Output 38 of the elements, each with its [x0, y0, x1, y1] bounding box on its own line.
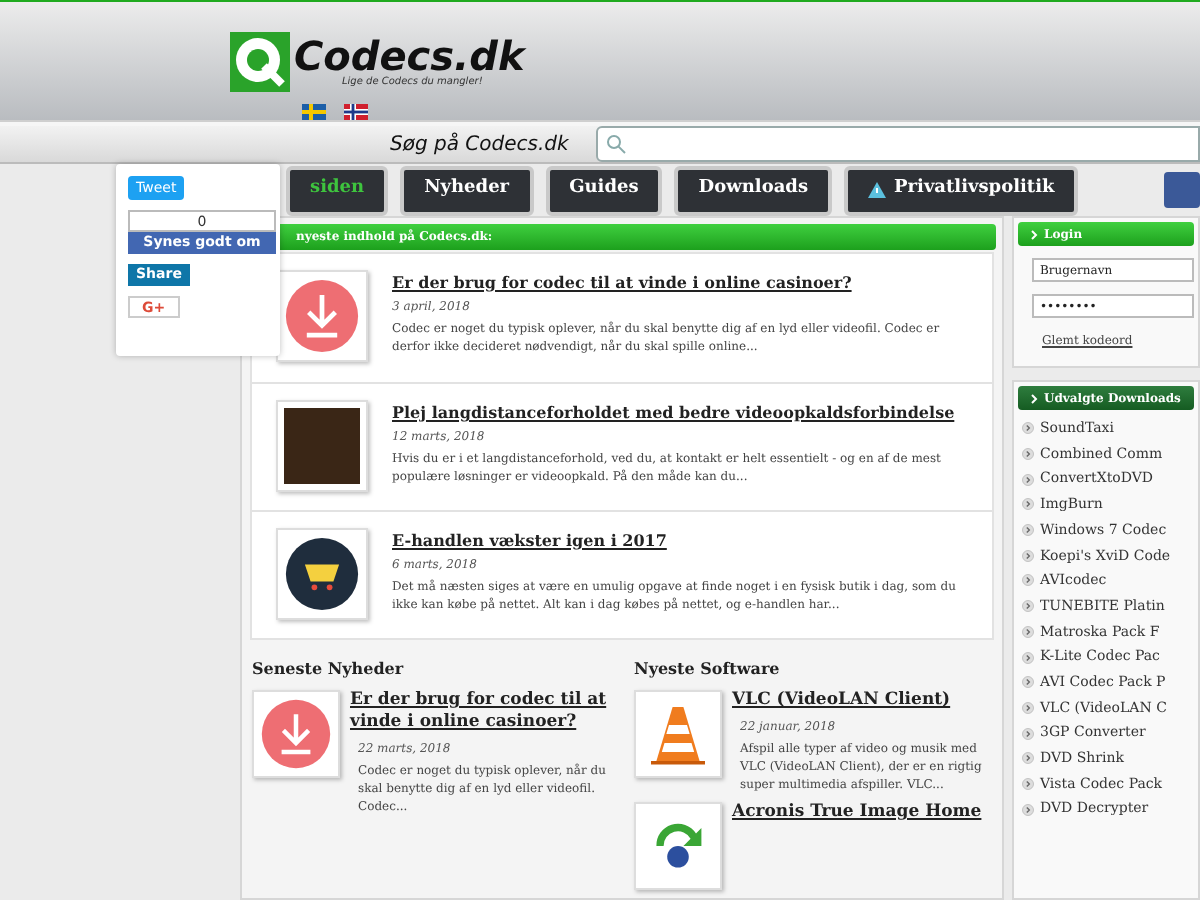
- nav-tab[interactable]: Nyheder: [400, 165, 534, 216]
- bullet-arrow-icon: [1022, 473, 1034, 486]
- chevron-icon: [1030, 229, 1038, 239]
- nav-tab[interactable]: Guides: [545, 165, 663, 216]
- column-heading: Nyeste Software: [634, 656, 782, 680]
- nav-tab[interactable]: Privatlivspolitik: [844, 165, 1079, 216]
- post-title-link[interactable]: Er der brug for codec til at vinde i online casinoer?: [350, 690, 610, 734]
- bullet-arrow-icon: [1022, 498, 1034, 511]
- nav-tab[interactable]: Downloads: [674, 165, 833, 216]
- article-title-link[interactable]: Er der brug for codec til at vinde i online casinoer?: [392, 270, 852, 294]
- bullet-arrow-icon: [1022, 651, 1034, 664]
- post-title-link[interactable]: VLC (VideoLAN Client): [732, 690, 992, 712]
- post-title-link[interactable]: Acronis True Image Home: [732, 802, 982, 824]
- bullet-arrow-icon: [1022, 625, 1034, 638]
- bullet-arrow-icon: [1022, 727, 1034, 740]
- nav-tab[interactable]: siden: [286, 165, 389, 216]
- search-field[interactable]: [596, 126, 1200, 163]
- bullet-arrow-icon: [1022, 803, 1034, 816]
- bullet-arrow-icon: [1022, 448, 1034, 461]
- bullet-arrow-icon: [1022, 574, 1034, 587]
- bullet-arrow-icon: [1022, 600, 1034, 613]
- bullet-arrow-icon: [1022, 549, 1034, 562]
- logo-text[interactable]: Codecs.dk: [294, 35, 525, 76]
- warning-icon: [868, 182, 887, 199]
- bullet-arrow-icon: [1022, 422, 1034, 435]
- article-title-link[interactable]: E-handlen vækster igen i 2017: [392, 528, 667, 552]
- chevron-icon: [1030, 393, 1038, 403]
- bullet-arrow-icon: [1022, 701, 1034, 714]
- search-label: Søg på Codecs.dk: [390, 130, 571, 160]
- article-title-link[interactable]: Plej langdistanceforholdet med bedre videoopkaldsforbindelse: [392, 400, 955, 424]
- flag-icon[interactable]: [344, 104, 368, 121]
- bullet-arrow-icon: [1022, 777, 1034, 790]
- bullet-arrow-icon: [1022, 752, 1034, 765]
- bullet-arrow-icon: [1022, 524, 1034, 537]
- bullet-arrow-icon: [1022, 676, 1034, 689]
- search-icon: [606, 134, 626, 155]
- logo-icon[interactable]: [230, 32, 290, 93]
- column-heading: Seneste Nyheder: [252, 656, 406, 680]
